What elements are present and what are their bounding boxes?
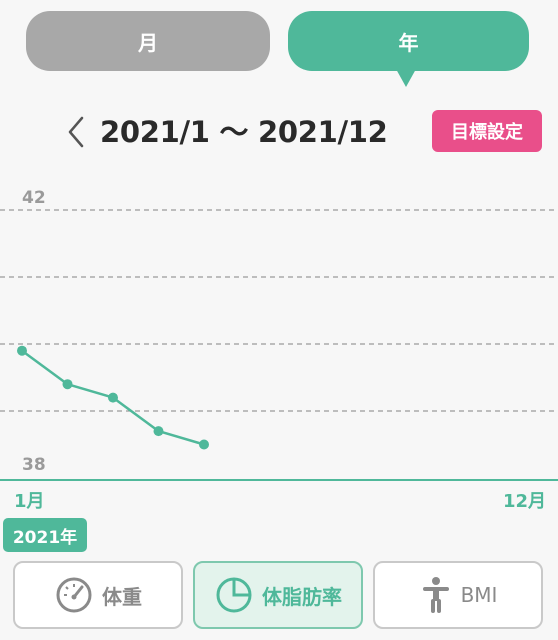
x-tick-label-end: 12月 <box>503 491 546 510</box>
chevron-left-icon <box>68 116 84 148</box>
tab-weight[interactable]: 体重 <box>13 561 183 629</box>
speedometer-icon <box>56 577 92 613</box>
person-icon <box>422 577 449 613</box>
tab-bmi-label: BMI <box>460 583 498 607</box>
data-point <box>153 426 164 437</box>
year-badge: 2021年 <box>3 518 87 552</box>
tab-bmi[interactable]: BMI <box>373 561 543 629</box>
data-point <box>199 439 209 450</box>
body-fat-line-chart: 42 38 1月 12月 <box>0 188 558 510</box>
y-tick-label-max: 42 <box>22 188 46 208</box>
y-tick-label-min: 38 <box>22 455 46 475</box>
data-point <box>17 345 27 356</box>
tab-body-fat-label: 体脂肪率 <box>262 584 342 609</box>
previous-period-button[interactable] <box>62 112 92 152</box>
goal-setting-button[interactable]: 目標設定 <box>432 110 542 152</box>
tab-weight-label: 体重 <box>102 584 142 609</box>
goal-setting-label: 目標設定 <box>451 122 523 143</box>
period-title: 2021/1 〜 2021/12 <box>100 115 388 149</box>
tab-body-fat[interactable]: 体脂肪率 <box>193 561 363 629</box>
data-point <box>62 379 73 390</box>
year-segment[interactable]: 年 <box>288 11 529 71</box>
pie-chart-icon <box>216 577 252 613</box>
year-segment-label: 年 <box>398 30 419 55</box>
selected-segment-pointer <box>396 69 416 87</box>
month-segment[interactable]: 月 <box>26 11 270 71</box>
month-segment-label: 月 <box>138 30 158 55</box>
x-tick-label-start: 1月 <box>14 491 45 510</box>
data-point <box>108 392 118 403</box>
